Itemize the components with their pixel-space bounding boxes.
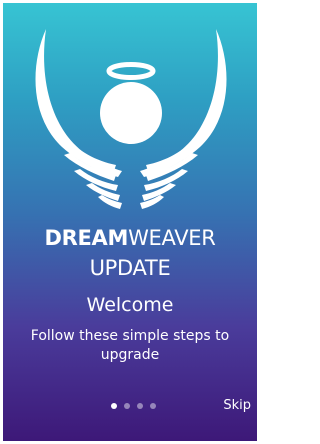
page-dot-1[interactable] [111,403,117,409]
page-dot-3[interactable] [137,403,143,409]
app-subtitle: UPDATE [89,256,171,280]
angel-wings-halo-icon [35,29,227,209]
welcome-heading: Welcome [86,294,174,316]
app-title: DREAMWEAVER [3,225,257,251]
page-dot-2[interactable] [124,403,130,409]
page-indicator[interactable] [111,403,156,409]
onboarding-description: Follow these simple steps to upgrade [30,328,230,363]
page-dot-4[interactable] [150,403,156,409]
onboarding-screen: DREAMWEAVER UPDATE Welcome Follow these … [3,3,257,441]
brand-name-light: WEAVER [128,226,216,250]
skip-button[interactable]: Skip [223,397,251,415]
brand-name-bold: DREAM [44,226,129,250]
